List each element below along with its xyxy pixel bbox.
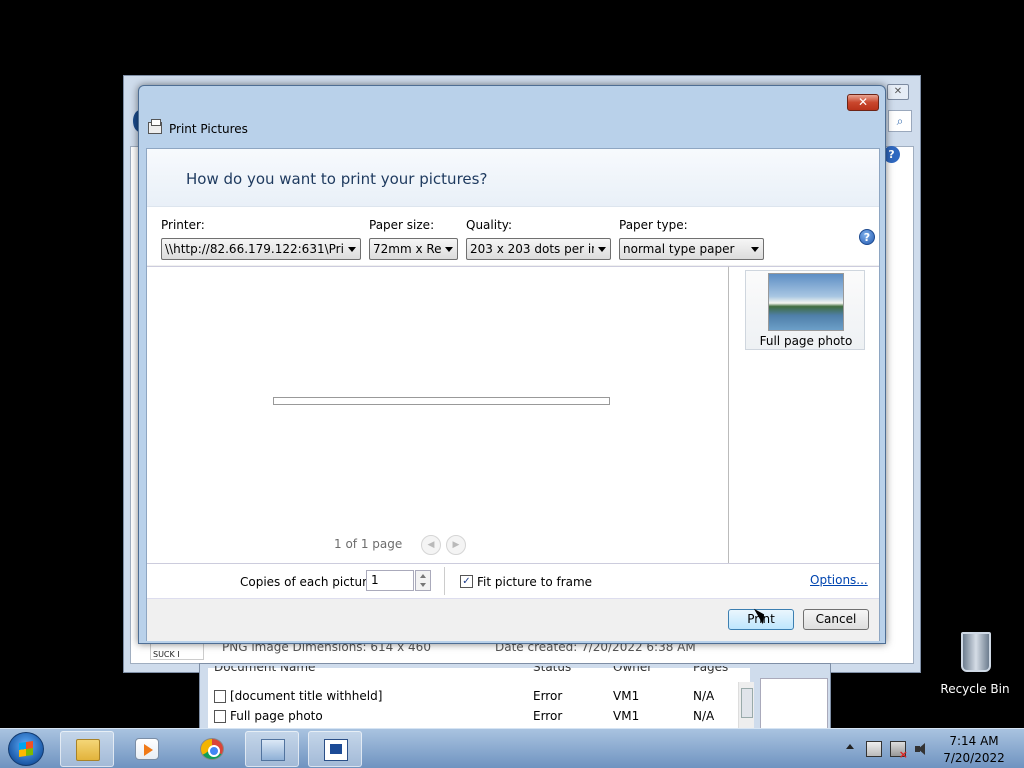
cancel-button[interactable]: Cancel [803, 609, 869, 630]
row-pages: N/A [693, 689, 715, 703]
chevron-down-icon [445, 247, 453, 252]
quality-select[interactable]: 203 x 203 dots per inch [466, 238, 611, 260]
fit-picture-label[interactable]: Fit picture to frame [477, 575, 592, 589]
row-document-name: [document title withheld] [230, 689, 383, 703]
layout-full-page-photo[interactable]: Full page photo [745, 270, 865, 350]
preview-page [273, 397, 610, 405]
scrollbar-thumb[interactable] [741, 688, 753, 718]
print-pictures-dialog: ✕ Print Pictures How do you want to prin… [138, 85, 886, 644]
printer-select[interactable]: \\http://82.66.179.122:631\Printer... [161, 238, 361, 260]
col-pages[interactable]: Pages [693, 666, 728, 674]
col-document-name[interactable]: Document Name [214, 666, 315, 674]
chrome-icon [200, 738, 224, 760]
copies-stepper[interactable] [415, 570, 431, 591]
print-settings: Printer: \\http://82.66.179.122:631\Prin… [147, 207, 879, 265]
row-owner: VM1 [613, 709, 640, 723]
control-panel-icon [261, 739, 285, 761]
paper-type-select[interactable]: normal type paper [619, 238, 764, 260]
row-status: Error [533, 689, 563, 703]
recycle-bin-icon [961, 632, 991, 672]
chevron-down-icon [751, 247, 759, 252]
paper-size-label: Paper size: [369, 218, 435, 232]
copies-label: Copies of each picture: [240, 575, 379, 589]
print-queue-icon [324, 739, 348, 761]
queue-side-panel [760, 678, 828, 732]
clock-date: 7/20/2022 [943, 751, 1005, 765]
dialog-title: Print Pictures [169, 122, 248, 136]
dialog-heading: How do you want to print your pictures? [186, 170, 488, 188]
document-icon [214, 690, 226, 703]
layout-thumbnail-image [768, 273, 844, 331]
chevron-down-icon [348, 247, 356, 252]
col-owner[interactable]: Owner [613, 666, 652, 674]
paper-type-value: normal type paper [623, 242, 735, 256]
clock-time: 7:14 AM [949, 734, 999, 748]
taskbar-chrome[interactable] [185, 731, 239, 767]
start-button[interactable] [8, 732, 44, 766]
print-queue-list: Document Name Status Owner Pages [docume… [208, 666, 754, 734]
paper-type-label: Paper type: [619, 218, 688, 232]
col-status[interactable]: Status [533, 666, 571, 674]
document-icon [214, 710, 226, 723]
row-status: Error [533, 709, 563, 723]
thumbnail-text: SUCK I [153, 650, 180, 659]
clock[interactable]: 7:14 AM 7/20/2022 [938, 733, 1010, 767]
stepper-up-icon[interactable] [420, 574, 426, 578]
queue-scrollbar[interactable] [738, 682, 754, 734]
copies-row: Copies of each picture: 1 ✓ Fit picture … [147, 563, 879, 599]
printer-label: Printer: [161, 218, 205, 232]
network-icon[interactable] [866, 741, 882, 757]
media-player-icon [135, 738, 159, 760]
action-center-icon[interactable] [890, 741, 908, 761]
layout-list: Full page photo [729, 266, 879, 563]
dialog-footer: Print Cancel [147, 599, 879, 641]
paper-size-value: 72mm x Rec [373, 242, 441, 256]
print-preview: 1 of 1 page ◀ ▶ [147, 266, 729, 563]
close-button[interactable]: ✕ [847, 94, 879, 111]
copies-input[interactable]: 1 [366, 570, 414, 591]
recycle-bin-label: Recycle Bin [940, 682, 1010, 696]
help-icon[interactable]: ? [859, 229, 875, 245]
table-row[interactable]: [document title withheld] Error VM1 N/A [208, 686, 750, 706]
taskbar-control-panel[interactable] [245, 731, 299, 767]
page-counter: 1 of 1 page [334, 537, 403, 551]
search-icon[interactable]: ⌕ [888, 110, 912, 132]
previous-page-button[interactable]: ◀ [421, 535, 441, 555]
row-owner: VM1 [613, 689, 640, 703]
explorer-icon [76, 739, 100, 761]
print-queue-window: Document Name Status Owner Pages [docume… [199, 663, 831, 734]
background-close-button[interactable]: ✕ [887, 84, 909, 100]
next-page-button[interactable]: ▶ [446, 535, 466, 555]
queue-header: Document Name Status Owner Pages [208, 666, 750, 680]
printer-icon [148, 119, 162, 134]
taskbar-media-player[interactable] [120, 731, 174, 767]
taskbar-explorer[interactable] [60, 731, 114, 767]
recycle-bin[interactable]: Recycle Bin [940, 630, 1010, 700]
printer-value: \\http://82.66.179.122:631\Printer... [165, 242, 343, 256]
volume-icon[interactable] [914, 741, 930, 757]
row-pages: N/A [693, 709, 715, 723]
row-document-name: Full page photo [230, 709, 323, 723]
table-row[interactable]: Full page photo Error VM1 N/A [208, 706, 750, 726]
divider [444, 567, 445, 595]
layout-label: Full page photo [759, 334, 853, 348]
tray-overflow-icon[interactable] [846, 744, 854, 749]
options-link[interactable]: Options... [810, 573, 868, 587]
stepper-down-icon[interactable] [420, 583, 426, 587]
quality-value: 203 x 203 dots per inch [470, 242, 594, 256]
dialog-body: How do you want to print your pictures? … [146, 148, 880, 641]
chevron-down-icon [598, 247, 606, 252]
heading-band: How do you want to print your pictures? [147, 149, 879, 207]
taskbar-print-queue[interactable] [308, 731, 362, 767]
paper-size-select[interactable]: 72mm x Rec [369, 238, 458, 260]
taskbar: 7:14 AM 7/20/2022 [0, 728, 1024, 768]
quality-label: Quality: [466, 218, 513, 232]
fit-picture-checkbox[interactable]: ✓ [460, 575, 473, 588]
